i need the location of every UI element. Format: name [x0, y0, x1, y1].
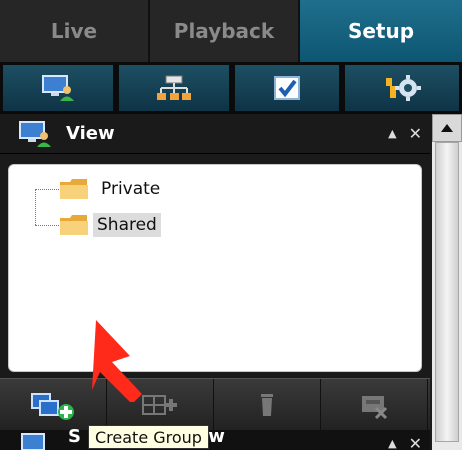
scroll-thumb[interactable] — [435, 142, 459, 442]
arrow-up-icon — [441, 124, 453, 132]
view-panel-header: View ▲ ✕ — [0, 114, 430, 154]
tab-playback[interactable]: Playback — [150, 0, 300, 62]
check-button[interactable] — [232, 62, 342, 114]
device-user-button[interactable] — [0, 62, 116, 114]
tree-item-shared[interactable]: Shared — [59, 211, 161, 239]
tooltip: Create Group — [88, 425, 209, 449]
tab-setup[interactable]: Setup — [300, 0, 462, 62]
settings-button[interactable] — [342, 62, 462, 114]
setup-toolbar — [0, 62, 462, 114]
folder-icon — [60, 215, 88, 235]
tree-connector — [35, 189, 59, 190]
red-arrow-icon — [92, 320, 142, 402]
collapse-icon[interactable]: ▲ — [388, 434, 396, 450]
monitor-user-icon — [42, 75, 74, 101]
close-icon[interactable]: ✕ — [409, 124, 422, 143]
close-icon[interactable]: ✕ — [409, 434, 422, 450]
second-panel-header: S ew ▲ ✕ — [0, 426, 430, 450]
tree-connector — [35, 225, 59, 226]
folder-icon — [60, 179, 88, 199]
tab-live[interactable]: Live — [0, 0, 150, 62]
tools-gear-icon — [386, 75, 421, 101]
view-panel-title: View — [66, 123, 115, 144]
monitor-icon — [21, 433, 45, 450]
scrollbar[interactable] — [432, 114, 462, 450]
network-button[interactable] — [116, 62, 232, 114]
delete-item-button[interactable] — [214, 379, 321, 431]
collapse-icon[interactable]: ▲ — [388, 124, 396, 143]
network-icon — [157, 75, 191, 100]
second-panel-title: S — [68, 426, 81, 447]
scroll-up-button[interactable] — [432, 114, 462, 142]
tree-item-private[interactable]: Private — [59, 175, 164, 203]
tree-connector — [35, 189, 36, 225]
trash-icon — [261, 394, 273, 416]
main-tabs: Live Playback Setup — [0, 0, 462, 62]
monitor-user-icon — [19, 120, 51, 147]
delete-group-icon — [362, 396, 388, 420]
delete-group-button[interactable] — [321, 379, 428, 431]
checklist-icon — [274, 76, 300, 100]
